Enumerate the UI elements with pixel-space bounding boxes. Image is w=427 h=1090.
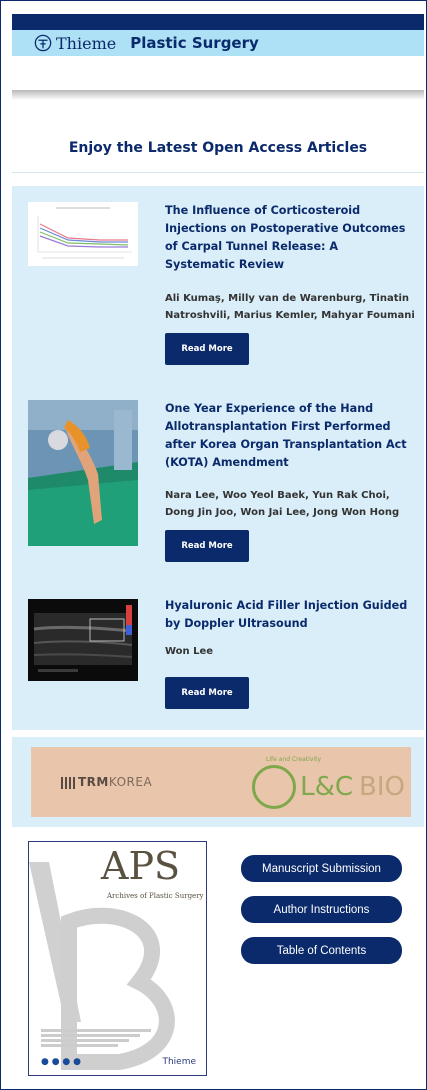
article-title[interactable]: The Influence of Corticosteroid Injectio… — [165, 202, 410, 274]
article-title[interactable]: Hyaluronic Acid Filler Injection Guided … — [165, 597, 410, 633]
read-more-button[interactable]: Read More — [165, 677, 249, 709]
article-authors: Won Lee — [165, 646, 214, 657]
line-chart-thumbnail[interactable] — [28, 202, 138, 266]
section-title: Enjoy the Latest Open Access Articles — [68, 140, 368, 156]
cover-society-logos: ● ● ● ● — [41, 1057, 81, 1067]
surgery-photo-graphic — [28, 400, 138, 546]
trm-rest: KOREA — [108, 775, 153, 789]
trm-grid-icon — [61, 776, 75, 789]
lc-text: L&C — [300, 772, 354, 802]
journal-name: Plastic Surgery — [130, 34, 259, 52]
brand-name: Thieme — [56, 33, 117, 53]
author-instructions-button[interactable]: Author Instructions — [241, 896, 402, 923]
lc-bio-tagline: Life and Creativity — [266, 756, 321, 763]
article-authors: Nara Lee, Woo Yeol Baek, Yun Rak Choi, D… — [165, 490, 400, 518]
article-title[interactable]: One Year Experience of the Hand Allotran… — [165, 400, 410, 472]
advertisement-band: TRMKOREA Life and Creativity L&C BIO — [12, 737, 424, 827]
cover-subtitle: Archives of Plastic Surgery — [107, 892, 204, 900]
read-more-button[interactable]: Read More — [165, 530, 249, 562]
manuscript-submission-button[interactable]: Manuscript Submission — [241, 855, 402, 882]
article-authors: Ali Kumaş, Milly van de Warenburg, Tinat… — [165, 293, 415, 321]
thieme-logo-icon — [34, 34, 52, 52]
cover-fine-print — [41, 1029, 151, 1047]
articles-panel: The Influence of Corticosteroid Injectio… — [12, 186, 424, 730]
surgery-photo-thumbnail[interactable] — [28, 400, 138, 546]
cover-title: APS — [101, 844, 181, 888]
read-more-button[interactable]: Read More — [165, 333, 249, 365]
trmkorea-logo: TRMKOREA — [61, 775, 152, 789]
line-chart-thumbnail-graphic — [28, 202, 138, 266]
section-divider — [12, 172, 424, 173]
trm-bold: TRM — [78, 775, 109, 789]
ultrasound-thumbnail[interactable] — [28, 599, 138, 681]
dna-leaf-icon — [252, 765, 297, 809]
header-shadow-divider — [12, 90, 424, 100]
table-of-contents-button[interactable]: Table of Contents — [241, 937, 402, 964]
cover-publisher: Thieme — [162, 1057, 196, 1067]
sponsor-banner[interactable]: TRMKOREA Life and Creativity L&C BIO — [31, 747, 411, 817]
top-navy-bar — [12, 14, 424, 30]
bio-text: BIO — [359, 772, 405, 802]
journal-cover[interactable]: APS Archives of Plastic Surgery ● ● ● ● … — [28, 841, 207, 1076]
brand-bar: Thieme Plastic Surgery — [12, 30, 424, 56]
ultrasound-graphic — [28, 599, 138, 681]
lc-bio-logo: L&C BIO — [252, 765, 405, 809]
